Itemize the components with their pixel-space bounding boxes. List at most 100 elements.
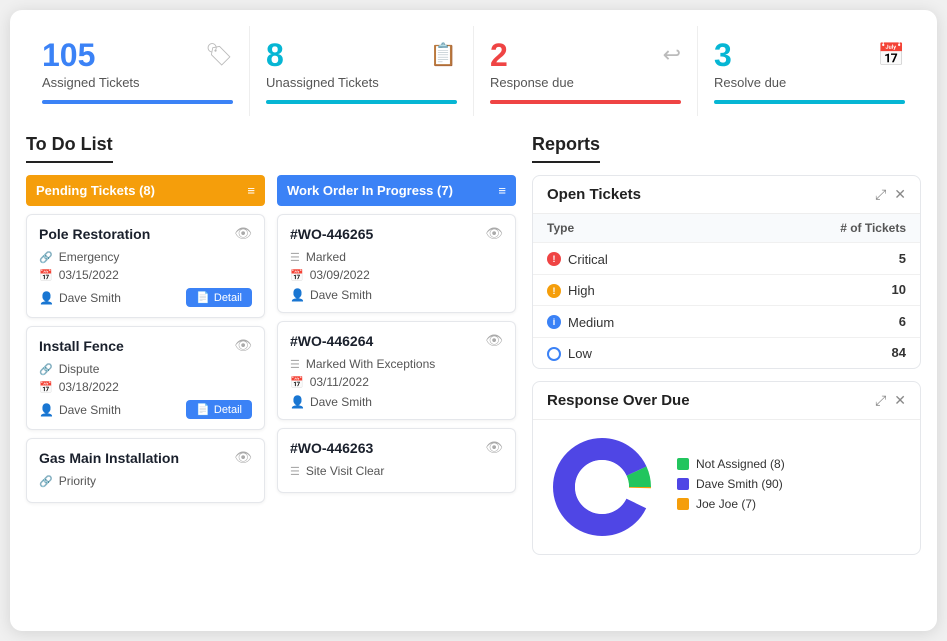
user-icon-1: 👤 <box>39 291 54 305</box>
wo-tag-icon-2: ☰ <box>290 358 300 371</box>
wo-eye-icon-1[interactable]: 👁 <box>485 225 503 242</box>
wo-ticket-2: #WO-446264 👁 ☰ Marked With Exceptions 📅 … <box>277 321 516 420</box>
type-label-1: High <box>568 283 595 298</box>
response-overdue-title: Response Over Due <box>547 392 690 409</box>
tag-icon-2: 🔗 <box>39 363 53 376</box>
main-container: 105 Assigned Tickets 🏷 8 Unassigned Tick… <box>10 10 937 631</box>
ticket-header-1: Pole Restoration 👁 <box>39 225 252 242</box>
expand-open-tickets-btn[interactable]: ⤢ <box>875 186 886 203</box>
todo-panel: To Do List Pending Tickets (8) ≡ Pole Re… <box>26 134 516 567</box>
donut-chart <box>547 432 657 542</box>
detail-doc-icon-2: 📄 <box>196 403 210 416</box>
cal-icon-2: 📅 <box>39 381 53 394</box>
legend-joe-joe-label: Joe Joe (7) <box>696 497 756 511</box>
todo-section-title: To Do List <box>26 134 113 163</box>
sort-icon-inprogress: ≡ <box>498 183 506 198</box>
open-tickets-card: Open Tickets ⤢ ✕ Type # of Tickets <box>532 175 921 369</box>
close-open-tickets-btn[interactable]: ✕ <box>894 186 906 203</box>
wo-date-1: 📅 03/09/2022 <box>290 268 503 282</box>
type-indicator-0: ! Critical <box>547 252 608 267</box>
wo-eye-icon-2[interactable]: 👁 <box>485 332 503 349</box>
legend-dot-green <box>677 458 689 470</box>
donut-svg <box>547 432 657 542</box>
type-dot-0: ! <box>547 252 561 266</box>
wo-header-3: #WO-446263 👁 <box>290 439 503 456</box>
response-number: 2 <box>490 38 681 73</box>
ticket-tag-1: 🔗 Emergency <box>39 250 252 264</box>
unassigned-icon: 📋 <box>430 42 457 68</box>
detail-doc-icon-1: 📄 <box>196 291 210 304</box>
type-indicator-2: i Medium <box>547 315 614 330</box>
col-count-header: # of Tickets <box>728 214 920 243</box>
open-ticket-row-3: i Low 84 <box>533 337 920 368</box>
wo-user-2: 👤 Dave Smith <box>290 395 372 409</box>
pending-label: Pending Tickets (8) <box>36 183 155 198</box>
reports-panel: Reports Open Tickets ⤢ ✕ Type # of Ticke… <box>532 134 921 567</box>
wo-tag-icon-3: ☰ <box>290 465 300 478</box>
legend-dot-orange <box>677 498 689 510</box>
wo-footer-2: 👤 Dave Smith <box>290 395 503 409</box>
open-ticket-row-2: i Medium 6 <box>533 306 920 338</box>
ticket-user-2: 👤 Dave Smith <box>39 403 121 417</box>
stat-card-resolve: 3 Resolve due 📅 <box>698 26 921 116</box>
pending-ticket-1: Pole Restoration 👁 🔗 Emergency 📅 03/15/2… <box>26 214 265 318</box>
ticket-type-0: ! Critical <box>533 243 728 275</box>
response-bar <box>490 100 681 104</box>
type-label-0: Critical <box>568 252 608 267</box>
eye-icon-3[interactable]: 👁 <box>234 449 252 466</box>
ticket-type-2: i Medium <box>533 306 728 338</box>
type-dot-3: i <box>547 347 561 361</box>
wo-ticket-3: #WO-446263 👁 ☰ Site Visit Clear <box>277 428 516 493</box>
detail-btn-2[interactable]: 📄 Detail <box>186 400 252 419</box>
resolve-bar <box>714 100 905 104</box>
ticket-footer-1: 👤 Dave Smith 📄 Detail <box>39 288 252 307</box>
col-type-header: Type <box>533 214 728 243</box>
eye-icon-1[interactable]: 👁 <box>234 225 252 242</box>
wo-title-2: #WO-446264 <box>290 333 373 349</box>
unassigned-number: 8 <box>266 38 457 73</box>
stat-card-unassigned: 8 Unassigned Tickets 📋 <box>250 26 474 116</box>
tag-icon-1: 🔗 <box>39 251 53 264</box>
wo-tag-1: ☰ Marked <box>290 250 503 264</box>
ticket-count-0: 5 <box>728 243 920 275</box>
stat-card-assigned: 105 Assigned Tickets 🏷 <box>26 26 250 116</box>
type-label-3: Low <box>568 346 592 361</box>
ticket-type-1: ! High <box>533 274 728 306</box>
close-overdue-btn[interactable]: ✕ <box>894 392 906 409</box>
wo-eye-icon-3[interactable]: 👁 <box>485 439 503 456</box>
wo-tag-icon-1: ☰ <box>290 251 300 264</box>
detail-btn-1[interactable]: 📄 Detail <box>186 288 252 307</box>
legend-dave-smith-label: Dave Smith (90) <box>696 477 783 491</box>
ticket-header-2: Install Fence 👁 <box>39 337 252 354</box>
content-row: To Do List Pending Tickets (8) ≡ Pole Re… <box>26 134 921 567</box>
wo-ticket-1: #WO-446265 👁 ☰ Marked 📅 03/09/2022 <box>277 214 516 313</box>
ticket-date-1: 📅 03/15/2022 <box>39 268 252 282</box>
type-indicator-1: ! High <box>547 283 595 298</box>
type-dot-1: ! <box>547 284 561 298</box>
pending-ticket-3: Gas Main Installation 👁 🔗 Priority <box>26 438 265 503</box>
response-label: Response due <box>490 75 681 90</box>
pending-column: Pending Tickets (8) ≡ Pole Restoration 👁… <box>26 175 265 511</box>
donut-legend: Not Assigned (8) Dave Smith (90) Joe Joe… <box>677 457 785 517</box>
pending-header: Pending Tickets (8) ≡ <box>26 175 265 206</box>
open-tickets-title: Open Tickets <box>547 186 641 203</box>
wo-footer-1: 👤 Dave Smith <box>290 288 503 302</box>
wo-user-icon-2: 👤 <box>290 395 305 409</box>
legend-dot-blue <box>677 478 689 490</box>
open-ticket-row-0: ! Critical 5 <box>533 243 920 275</box>
expand-overdue-btn[interactable]: ⤢ <box>875 392 886 409</box>
donut-section: Not Assigned (8) Dave Smith (90) Joe Joe… <box>533 420 920 554</box>
ticket-date-2: 📅 03/18/2022 <box>39 380 252 394</box>
eye-icon-2[interactable]: 👁 <box>234 337 252 354</box>
open-ticket-row-1: ! High 10 <box>533 274 920 306</box>
open-tickets-table: Type # of Tickets ! Critical 5 ! High <box>533 214 920 368</box>
legend-dave-smith: Dave Smith (90) <box>677 477 785 491</box>
ticket-tag-2: 🔗 Dispute <box>39 362 252 376</box>
response-overdue-header: Response Over Due ⤢ ✕ <box>533 382 920 420</box>
wo-header-1: #WO-446265 👁 <box>290 225 503 242</box>
resolve-number: 3 <box>714 38 905 73</box>
ticket-count-2: 6 <box>728 306 920 338</box>
legend-not-assigned-label: Not Assigned (8) <box>696 457 785 471</box>
wo-title-3: #WO-446263 <box>290 440 373 456</box>
ticket-title-3: Gas Main Installation <box>39 450 179 466</box>
